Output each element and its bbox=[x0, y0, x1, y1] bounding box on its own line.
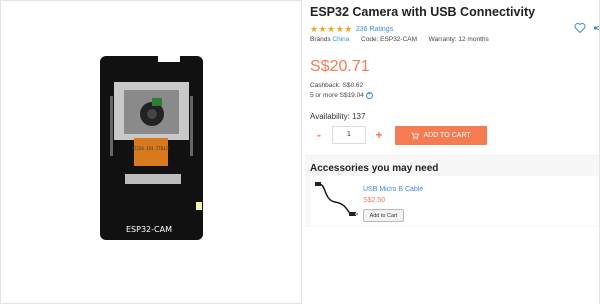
accessory-image[interactable] bbox=[313, 178, 359, 224]
quantity-input[interactable]: 1 bbox=[332, 126, 366, 144]
availability: Availability: 137 bbox=[310, 112, 366, 121]
brands-label: Brands bbox=[310, 36, 331, 43]
add-to-cart-label: ADD TO CART bbox=[423, 132, 471, 139]
product-info: ESP32 Camera with USB Connectivity ★★★★★… bbox=[310, 0, 600, 304]
product-meta: Brands China Code: ESP32-CAM Warranty: 1… bbox=[310, 36, 489, 43]
rating-row: ★★★★★ 236 Ratings bbox=[310, 24, 393, 35]
bulk-price: 5 or more S$19.04 + bbox=[310, 92, 373, 99]
product-price: S$20.71 bbox=[310, 58, 370, 75]
warranty: Warranty: 12 months bbox=[428, 36, 489, 43]
product-code: Code: ESP32-CAM bbox=[361, 36, 418, 43]
quantity-decrease-button[interactable]: - bbox=[310, 126, 328, 144]
product-image-panel[interactable]: B2258 3V3 IT0328 ESP32-CAM bbox=[0, 0, 302, 304]
quantity-increase-button[interactable]: + bbox=[370, 126, 388, 144]
star-rating-icon: ★★★★★ bbox=[310, 24, 353, 34]
accessories-section: Accessories you may need USB Micro B Cab… bbox=[305, 155, 600, 227]
bulk-price-text: 5 or more S$19.04 bbox=[310, 92, 364, 99]
board-label: ESP32-CAM bbox=[126, 225, 172, 234]
accessories-heading: Accessories you may need bbox=[310, 163, 439, 174]
brand-link[interactable]: China bbox=[332, 36, 349, 43]
product-title: ESP32 Camera with USB Connectivity bbox=[310, 5, 536, 19]
add-to-cart-button[interactable]: ADD TO CART bbox=[395, 126, 487, 145]
product-image: B2258 3V3 IT0328 ESP32-CAM bbox=[100, 56, 203, 240]
accessory-price: S$2.50 bbox=[363, 197, 386, 204]
accessory-item: USB Micro B Cable S$2.50 Add to Cart bbox=[310, 176, 600, 226]
accessory-name-link[interactable]: USB Micro B Cable bbox=[363, 186, 423, 193]
cashback-text: Cashback: S$0.62 bbox=[310, 82, 364, 89]
cart-icon bbox=[411, 132, 420, 139]
rating-count-link[interactable]: 236 Ratings bbox=[356, 26, 393, 33]
plus-circle-icon[interactable]: + bbox=[365, 92, 373, 99]
chip-label: B2258 3V3 IT0328 bbox=[132, 146, 171, 151]
heart-icon[interactable] bbox=[574, 22, 586, 34]
accessory-add-to-cart-button[interactable]: Add to Cart bbox=[363, 209, 404, 222]
